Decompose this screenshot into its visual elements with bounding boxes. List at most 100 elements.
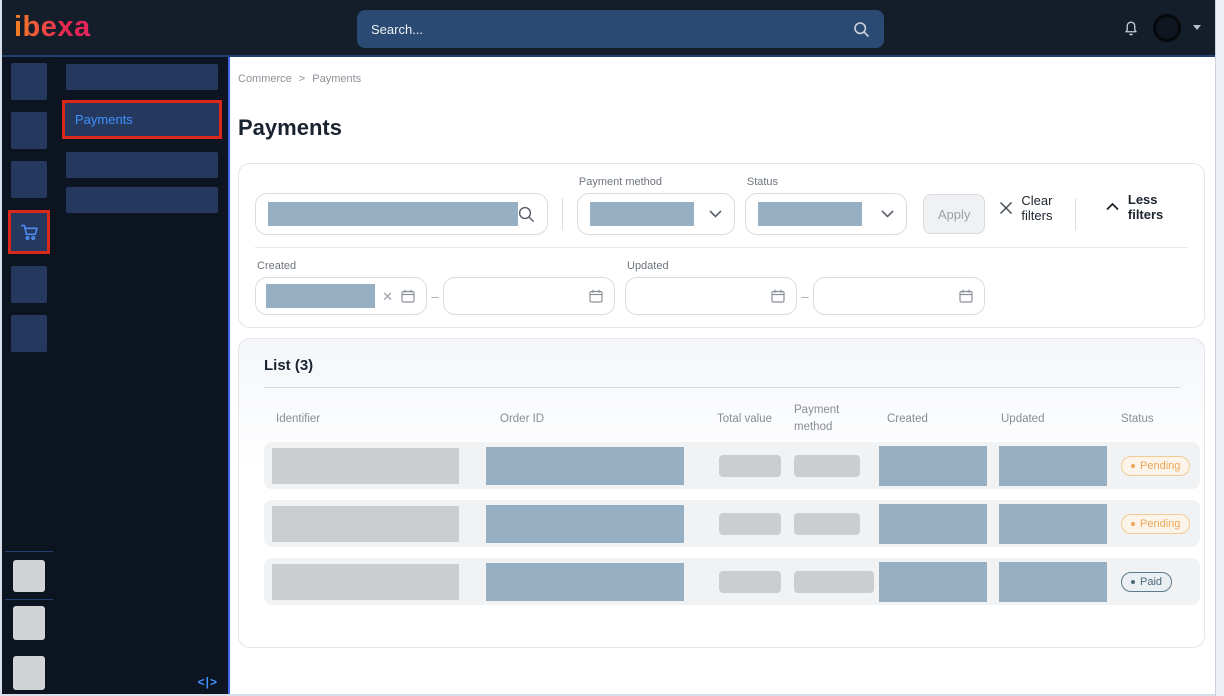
filters-row-1: Payment method Status <box>255 176 1188 235</box>
bell-icon[interactable] <box>1121 18 1141 38</box>
list-title: List (3) <box>264 357 1200 374</box>
app-window: ibexa Search... <box>0 0 1224 696</box>
clear-filters-label: Clear filters <box>1021 193 1075 223</box>
apply-button[interactable]: Apply <box>923 194 986 234</box>
created-label: Created <box>255 260 615 272</box>
vertical-scrollbar[interactable] <box>1215 0 1224 696</box>
topbar-right-cluster <box>1121 0 1201 55</box>
updated-from-date-input[interactable] <box>625 277 797 315</box>
created-to-date-input[interactable] <box>443 277 615 315</box>
subnav-item-1[interactable] <box>66 64 218 90</box>
chevron-up-icon <box>1106 203 1119 211</box>
breadcrumb: Commerce > Payments <box>238 73 1205 85</box>
filter-search-input[interactable] <box>255 193 548 235</box>
column-header-order-id: Order ID <box>486 413 709 425</box>
collapse-panel-icon[interactable]: <|> <box>198 675 218 689</box>
redacted-identifier <box>272 564 459 600</box>
rail-bottom-group <box>5 551 53 690</box>
user-menu-caret-icon[interactable] <box>1193 25 1201 30</box>
range-dash: – <box>797 289 813 304</box>
redacted-payment-method <box>794 571 874 593</box>
breadcrumb-separator: > <box>299 73 305 85</box>
rail-bottom-item-1[interactable] <box>13 560 45 592</box>
redacted-created <box>879 562 987 602</box>
status-dot-icon <box>1131 464 1135 468</box>
redacted-created <box>879 504 987 544</box>
subnav-item-4[interactable] <box>66 187 218 213</box>
rail-bottom-item-3[interactable] <box>13 656 45 690</box>
redacted-payment-method <box>794 513 860 535</box>
redacted-identifier <box>272 448 459 484</box>
filter-divider <box>1075 198 1076 230</box>
status-select[interactable] <box>745 193 907 235</box>
payment-method-select[interactable] <box>577 193 735 235</box>
redacted-order-id <box>486 505 684 543</box>
subnav-payments-label: Payments <box>75 112 133 127</box>
redacted-updated <box>999 504 1107 544</box>
column-header-payment-method: Payment method <box>794 402 852 435</box>
redacted-total-value <box>719 571 781 593</box>
rail-item-6[interactable] <box>11 315 47 352</box>
created-from-date-input[interactable]: ✕ <box>255 277 427 315</box>
updated-to-date-input[interactable] <box>813 277 985 315</box>
search-icon <box>853 21 870 38</box>
redacted-created-from-value <box>266 284 375 308</box>
calendar-icon[interactable] <box>770 288 786 304</box>
user-avatar[interactable] <box>1153 14 1181 42</box>
redacted-identifier <box>272 506 459 542</box>
created-range-group: Created ✕ – <box>255 260 615 315</box>
rail-divider <box>5 551 53 552</box>
subnav-item-3[interactable] <box>66 152 218 178</box>
calendar-icon[interactable] <box>588 288 604 304</box>
topbar: ibexa Search... <box>2 0 1215 57</box>
list-divider <box>264 387 1180 388</box>
status-dot-icon <box>1131 522 1135 526</box>
column-header-total-value: Total value <box>709 413 794 425</box>
global-search-input[interactable]: Search... <box>357 10 884 48</box>
chevron-down-icon <box>709 210 722 218</box>
redacted-status-value <box>758 202 862 226</box>
table-row[interactable]: Pending <box>264 442 1200 489</box>
commerce-subnav: Payments <|> <box>56 57 230 694</box>
filters-panel: Payment method Status <box>238 163 1205 328</box>
rail-item-commerce-active[interactable] <box>8 210 50 254</box>
rail-item-5[interactable] <box>11 266 47 303</box>
redacted-order-id <box>486 447 684 485</box>
table-row[interactable]: Paid <box>264 558 1200 605</box>
calendar-icon[interactable] <box>400 288 416 304</box>
redacted-updated <box>999 562 1107 602</box>
status-badge: Pending <box>1121 514 1190 534</box>
rail-item-1[interactable] <box>11 63 47 100</box>
clear-x-icon <box>999 201 1013 215</box>
redacted-payment-method-value <box>590 202 694 226</box>
column-header-identifier: Identifier <box>264 413 486 425</box>
updated-range-group: Updated – <box>625 260 985 315</box>
filter-divider <box>562 198 563 230</box>
status-dot-icon <box>1131 580 1135 584</box>
breadcrumb-payments: Payments <box>312 73 361 85</box>
magnifier-icon <box>518 206 535 223</box>
table-row[interactable]: Pending <box>264 500 1200 547</box>
main-content: Commerce > Payments Payments Payment met <box>230 57 1215 694</box>
ibexa-logo[interactable]: ibexa <box>14 11 91 44</box>
subnav-item-payments-active[interactable]: Payments <box>65 103 219 136</box>
rail-item-2[interactable] <box>11 112 47 149</box>
clear-filters-button[interactable]: Clear filters <box>999 193 1075 223</box>
updated-label: Updated <box>625 260 985 272</box>
calendar-icon[interactable] <box>958 288 974 304</box>
clear-date-icon[interactable]: ✕ <box>382 290 393 303</box>
status-badge: Pending <box>1121 456 1190 476</box>
rail-bottom-item-2[interactable] <box>13 606 45 640</box>
redacted-total-value <box>719 513 781 535</box>
breadcrumb-commerce[interactable]: Commerce <box>238 73 292 85</box>
search-placeholder: Search... <box>371 22 853 37</box>
redacted-created <box>879 446 987 486</box>
less-filters-toggle[interactable]: Less filters <box>1106 192 1184 222</box>
redacted-order-id <box>486 563 684 601</box>
redacted-total-value <box>719 455 781 477</box>
redacted-search-value <box>268 202 518 226</box>
rail-item-3[interactable] <box>11 161 47 198</box>
payment-method-filter-group: Payment method <box>577 176 735 235</box>
status-filter-group: Status <box>745 176 907 235</box>
status-badge: Paid <box>1121 572 1172 592</box>
